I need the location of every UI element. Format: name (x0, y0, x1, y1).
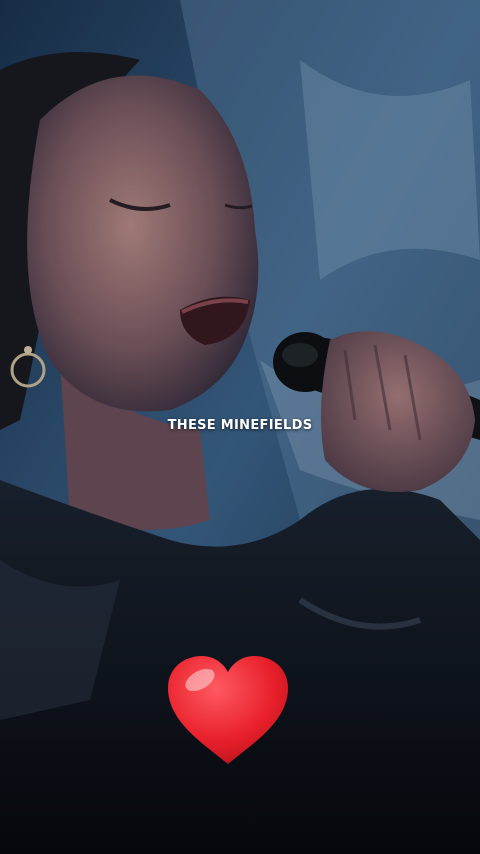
video-frame[interactable]: THESE MINEFIELDS (0, 0, 480, 854)
heart-icon[interactable] (164, 652, 292, 768)
lyrics-caption: THESE MINEFIELDS (167, 418, 313, 433)
